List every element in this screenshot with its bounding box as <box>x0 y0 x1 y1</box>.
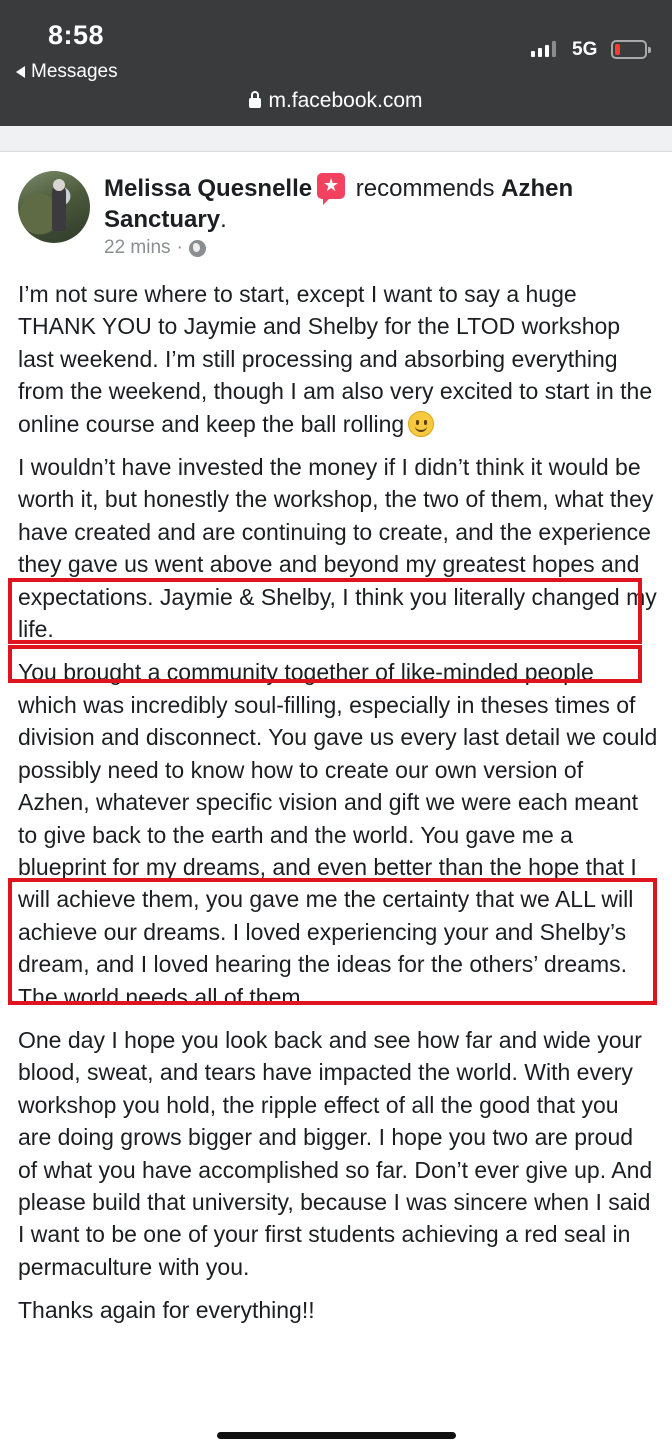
globe-icon <box>188 239 206 257</box>
meta-separator: · <box>176 237 183 258</box>
post-paragraph: I wouldn’t have invested the money if I … <box>18 454 657 643</box>
post-body: I’m not sure where to start, except I wa… <box>18 278 658 1338</box>
back-label: Messages <box>31 61 118 82</box>
header-period: . <box>220 206 227 233</box>
post-meta: 22 mins · <box>104 237 206 259</box>
back-to-messages-button[interactable]: Messages <box>16 61 118 83</box>
post-paragraph: You brought a community together of like… <box>18 659 658 1010</box>
signal-icon <box>531 41 556 57</box>
network-type: 5G <box>572 39 598 60</box>
lock-icon <box>249 91 262 108</box>
action-text: recommends <box>355 175 495 202</box>
feed-separator <box>0 126 672 152</box>
clock-time: 8:58 <box>48 20 105 50</box>
post-timestamp[interactable]: 22 mins <box>104 237 171 259</box>
post-paragraph: I’m not sure where to start, except I wa… <box>18 281 653 437</box>
recommendation-icon <box>317 173 346 205</box>
post-paragraph: One day I hope you look back and see how… <box>18 1026 653 1280</box>
smile-emoji-icon <box>408 410 435 437</box>
avatar[interactable] <box>18 171 90 243</box>
url-text: m.facebook.com <box>268 89 423 112</box>
back-arrow-icon <box>16 66 25 78</box>
home-indicator[interactable] <box>217 1432 456 1439</box>
address-bar[interactable]: m.facebook.com <box>0 89 672 113</box>
post-header: Melissa Quesnelle recommends Azhen Sanct… <box>104 173 654 235</box>
post-paragraph: Thanks again for everything!! <box>18 1297 315 1324</box>
browser-status-bar: 8:58 Messages 5G m.facebook.com <box>0 0 672 126</box>
author-name-link[interactable]: Melissa Quesnelle <box>104 175 312 202</box>
battery-icon <box>611 40 651 59</box>
